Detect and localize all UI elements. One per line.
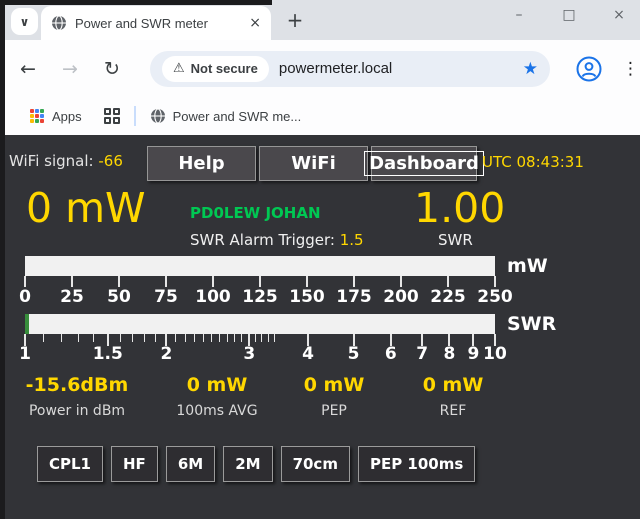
tab-strip: ∨ Power and SWR meter × + – □ ×: [0, 0, 640, 40]
readout-value: 0 mW: [378, 374, 528, 396]
menu-kebab-icon[interactable]: ⋮: [622, 59, 638, 79]
bookmark-title: Power and SWR me...: [173, 109, 302, 124]
6m-button[interactable]: 6M: [166, 446, 215, 482]
address-bar[interactable]: ⚠ Not secure powermeter.local ★: [150, 51, 550, 87]
minimize-icon[interactable]: –: [510, 7, 528, 23]
apps-grid-icon[interactable]: [30, 109, 44, 123]
security-chip-label: Not secure: [191, 61, 258, 76]
browser-toolbar: ← → ↻ ⚠ Not secure powermeter.local ★ ⋮: [0, 40, 640, 97]
swr-meter-bar: [25, 314, 495, 334]
mode-buttons: CPL1 HF 6M 2M 70cm PEP 100ms: [37, 446, 475, 482]
readout-ref: 0 mW REF: [378, 374, 528, 419]
tab-close-icon[interactable]: ×: [249, 15, 261, 31]
2m-button[interactable]: 2M: [223, 446, 272, 482]
70cm-button[interactable]: 70cm: [281, 446, 350, 482]
browser-tab[interactable]: Power and SWR meter ×: [41, 6, 271, 40]
utc-clock: UTC 08:43:31: [482, 153, 584, 171]
dashboard-page: WiFi signal: -66 Help WiFi Dashboard UTC…: [0, 135, 640, 519]
globe-favicon-icon: [51, 15, 67, 31]
window-close-icon[interactable]: ×: [610, 7, 628, 23]
help-button[interactable]: Help: [147, 146, 256, 181]
swr-meter-unit: SWR: [507, 313, 556, 335]
readout-label: REF: [378, 403, 528, 419]
power-meter-unit: mW: [507, 255, 548, 277]
security-chip[interactable]: ⚠ Not secure: [162, 56, 269, 82]
bookmarks-separator: [134, 106, 136, 126]
swr-caption: SWR: [438, 231, 473, 249]
readout-dbm: -15.6dBm Power in dBm: [2, 374, 152, 419]
dashboard-button[interactable]: Dashboard: [371, 146, 477, 181]
reload-icon[interactable]: ↻: [100, 58, 124, 80]
swr-meter-fill: [25, 314, 29, 334]
swr-alarm-value: 1.5: [340, 231, 364, 249]
wifi-signal-label: WiFi signal:: [9, 152, 94, 170]
readout-label: Power in dBm: [2, 403, 152, 419]
cpl1-button[interactable]: CPL1: [37, 446, 103, 482]
swr-alarm-trigger: SWR Alarm Trigger: 1.5: [190, 231, 364, 249]
window-controls: – □ ×: [510, 7, 628, 23]
reading-list-grid-icon[interactable]: [104, 108, 120, 124]
back-icon[interactable]: ←: [16, 58, 40, 80]
bookmark-item[interactable]: Power and SWR me...: [150, 108, 302, 124]
globe-favicon-icon: [150, 108, 166, 124]
warning-icon: ⚠: [173, 61, 185, 76]
pep-100ms-button[interactable]: PEP 100ms: [358, 446, 475, 482]
new-tab-button[interactable]: +: [283, 8, 307, 32]
hf-button[interactable]: HF: [111, 446, 158, 482]
url-text: powermeter.local: [279, 60, 392, 77]
callsign: PD0LEW JOHAN: [190, 204, 321, 222]
wifi-signal: WiFi signal: -66: [9, 152, 123, 170]
wifi-button[interactable]: WiFi: [259, 146, 368, 181]
tab-search-button[interactable]: ∨: [11, 8, 38, 35]
bookmarks-bar: Apps Power and SWR me...: [0, 97, 640, 135]
browser-window: ∨ Power and SWR meter × + – □ × ← → ↻ ⚠ …: [0, 0, 640, 519]
wifi-signal-value: -66: [98, 152, 123, 170]
chevron-down-icon: ∨: [20, 15, 30, 29]
apps-label[interactable]: Apps: [52, 109, 82, 124]
bookmark-star-icon[interactable]: ★: [523, 59, 538, 79]
readout-value: -15.6dBm: [2, 374, 152, 396]
window-frame-top: [0, 0, 272, 5]
power-meter-bar: [25, 256, 495, 276]
window-frame-left: [0, 0, 5, 519]
maximize-icon[interactable]: □: [560, 7, 578, 23]
tab-title: Power and SWR meter: [75, 16, 241, 31]
swr-readout: 1.00: [414, 188, 505, 229]
profile-icon[interactable]: [576, 56, 602, 82]
power-readout: 0 mW: [26, 188, 146, 229]
swr-alarm-label: SWR Alarm Trigger:: [190, 231, 335, 249]
power-meter-ticks: [25, 276, 495, 287]
forward-icon[interactable]: →: [58, 58, 82, 80]
